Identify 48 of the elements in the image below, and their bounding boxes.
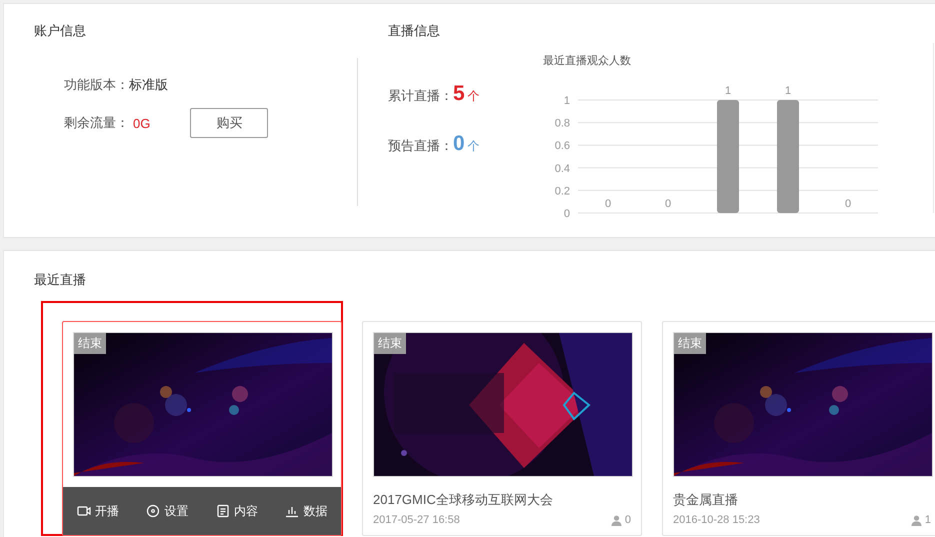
- section-title: 账户信息: [34, 22, 87, 40]
- chart-title: 最近直播观众人数: [543, 54, 632, 68]
- field-label: 功能版本：: [64, 76, 129, 94]
- field-value: 0G: [133, 116, 150, 130]
- user-icon: [910, 514, 922, 526]
- axis-tick-label: 0.8: [554, 118, 570, 130]
- card-title: 贵金属直播: [673, 491, 739, 509]
- axis-tick-label: 0.2: [554, 185, 570, 198]
- viewer-count: 0: [624, 514, 631, 526]
- stat-value: 5: [453, 82, 465, 106]
- field-value: 标准版: [129, 76, 168, 94]
- data-label: 1: [784, 85, 792, 97]
- stat-value: 0: [453, 132, 465, 156]
- action-button[interactable]: 内容: [216, 502, 258, 520]
- settings-icon: [146, 504, 160, 518]
- axis-tick-label: 0.6: [554, 140, 570, 152]
- data-label: 0: [844, 198, 852, 210]
- axis-tick-label: 0.4: [554, 162, 570, 175]
- stat-label: 累计直播：: [388, 87, 453, 105]
- buy-button[interactable]: 购买: [190, 108, 268, 138]
- field-label: 剩余流量：: [64, 114, 129, 132]
- action-button[interactable]: 设置: [146, 502, 188, 520]
- stat-unit: 个: [468, 88, 480, 105]
- bar-chart-icon: [285, 504, 300, 518]
- action-button[interactable]: 开播: [76, 502, 119, 520]
- status-badge: 结束: [74, 333, 106, 354]
- status-badge: 结束: [374, 333, 406, 354]
- status-badge: 结束: [674, 333, 706, 354]
- axis-tick-label: 1: [564, 95, 570, 107]
- video-camera-icon: [76, 504, 91, 518]
- data-label: 1: [724, 85, 732, 97]
- live-card[interactable]: 结束 贵金属直播 2016-10-28 15:23 1: [662, 321, 935, 536]
- card-date: 2016-10-28 15:23: [673, 514, 760, 526]
- action-button[interactable]: 数据: [285, 502, 328, 520]
- stat-unit: 个: [468, 138, 480, 155]
- section-title: 直播信息: [388, 22, 441, 40]
- user-icon: [610, 514, 622, 526]
- axis-tick-label: 0: [564, 208, 570, 220]
- document-icon: [216, 504, 230, 518]
- data-label: 0: [664, 198, 672, 210]
- stat-label: 预告直播：: [388, 137, 453, 155]
- card-date: 2017-05-27 16:58: [373, 514, 460, 526]
- live-card[interactable]: 结束 开播 设置 内容 数据: [62, 321, 342, 536]
- live-card[interactable]: 结束 2017GMIC全球移动互联网大会 2017-05-27 16:58 0: [362, 321, 642, 536]
- data-label: 0: [604, 198, 612, 210]
- section-title: 最近直播: [34, 271, 87, 289]
- card-title: 2017GMIC全球移动互联网大会: [373, 491, 554, 509]
- viewer-count: 1: [924, 514, 931, 526]
